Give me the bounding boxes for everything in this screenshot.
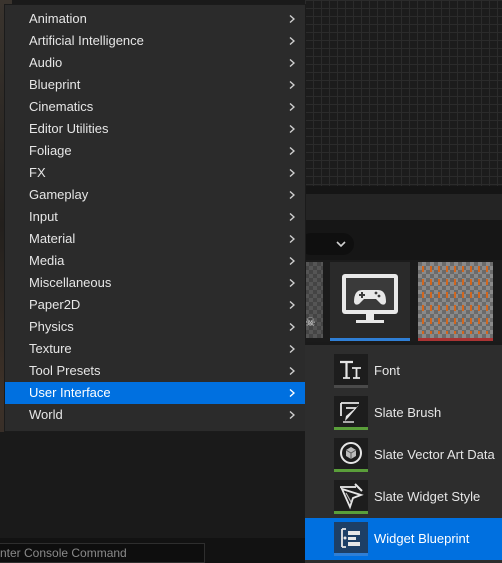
menu-item-label: Miscellaneous	[29, 275, 112, 290]
menu-item-artificial-intelligence[interactable]: Artificial Intelligence	[5, 30, 305, 52]
gamepad-monitor-icon	[342, 274, 398, 323]
menu-item-label: Texture	[29, 341, 72, 356]
content-browser-toolbar	[305, 194, 502, 220]
skull-icon: ☠	[305, 315, 316, 329]
menu-item-label: Editor Utilities	[29, 121, 109, 136]
chevron-right-icon	[289, 345, 295, 353]
chevron-right-icon	[289, 81, 295, 89]
slate-brush-icon	[334, 396, 368, 430]
menu-item-fx[interactable]: FX	[5, 162, 305, 184]
menu-item-label: Blueprint	[29, 77, 81, 92]
chevron-right-icon	[289, 59, 295, 67]
submenu-item-font[interactable]: Font	[305, 350, 502, 392]
submenu-item-widget-blueprint[interactable]: Widget Blueprint	[305, 518, 502, 560]
slate-vector-art-icon	[334, 438, 368, 472]
menu-item-label: FX	[29, 165, 46, 180]
menu-item-audio[interactable]: Audio	[5, 52, 305, 74]
menu-item-gameplay[interactable]: Gameplay	[5, 184, 305, 206]
menu-item-media[interactable]: Media	[5, 250, 305, 272]
chevron-right-icon	[289, 301, 295, 309]
menu-item-label: Gameplay	[29, 187, 89, 202]
menu-item-label: Physics	[29, 319, 74, 334]
chevron-right-icon	[289, 213, 295, 221]
asset-category-menu: Animation Artificial Intelligence Audio …	[4, 4, 306, 432]
chevron-right-icon	[289, 147, 295, 155]
menu-item-editor-utilities[interactable]: Editor Utilities	[5, 118, 305, 140]
asset-thumbnail-game[interactable]	[330, 262, 410, 341]
menu-item-label: Animation	[29, 11, 87, 26]
chevron-right-icon	[289, 15, 295, 23]
filter-dropdown[interactable]	[300, 233, 354, 255]
menu-item-foliage[interactable]: Foliage	[5, 140, 305, 162]
menu-item-world[interactable]: World	[5, 404, 305, 426]
submenu-item-label: Slate Brush	[374, 405, 442, 420]
menu-item-label: Foliage	[29, 143, 72, 158]
chevron-right-icon	[289, 389, 295, 397]
menu-item-label: Tool Presets	[29, 363, 101, 378]
chevron-right-icon	[289, 191, 295, 199]
widget-blueprint-icon	[334, 522, 368, 556]
menu-item-label: Media	[29, 253, 65, 268]
submenu-item-label: Slate Widget Style	[374, 489, 481, 504]
menu-item-user-interface[interactable]: User Interface	[5, 382, 305, 404]
menu-item-tool-presets[interactable]: Tool Presets	[5, 360, 305, 382]
menu-item-animation[interactable]: Animation	[5, 8, 305, 30]
chevron-right-icon	[289, 103, 295, 111]
submenu-item-label: Slate Vector Art Data	[374, 447, 495, 462]
chevron-right-icon	[289, 367, 295, 375]
menu-item-label: Paper2D	[29, 297, 81, 312]
menu-item-blueprint[interactable]: Blueprint	[5, 74, 305, 96]
menu-item-label: Material	[29, 231, 76, 246]
viewport-footer	[305, 186, 502, 194]
chevron-right-icon	[289, 411, 295, 419]
submenu-item-label: Font	[374, 363, 401, 378]
menu-item-label: Artificial Intelligence	[29, 33, 144, 48]
user-interface-submenu: Font Slate Brush Slate Vector Art Data S…	[305, 345, 502, 563]
submenu-item-slate-widget-style[interactable]: Slate Widget Style	[305, 476, 502, 518]
chevron-right-icon	[289, 235, 295, 243]
texture-preview-pattern	[422, 266, 489, 334]
chevron-right-icon	[289, 257, 295, 265]
chevron-right-icon	[289, 37, 295, 45]
menu-item-input[interactable]: Input	[5, 206, 305, 228]
menu-item-cinematics[interactable]: Cinematics	[5, 96, 305, 118]
menu-item-miscellaneous[interactable]: Miscellaneous	[5, 272, 305, 294]
menu-item-texture[interactable]: Texture	[5, 338, 305, 360]
menu-item-label: World	[29, 407, 63, 422]
chevron-down-icon	[336, 236, 346, 252]
slate-widget-style-icon	[334, 480, 368, 514]
submenu-item-label: Widget Blueprint	[374, 531, 470, 546]
chevron-right-icon	[289, 125, 295, 133]
chevron-right-icon	[289, 169, 295, 177]
menu-item-paper2d[interactable]: Paper2D	[5, 294, 305, 316]
menu-item-label: Input	[29, 209, 58, 224]
graph-viewport[interactable]	[305, 0, 502, 186]
chevron-right-icon	[289, 279, 295, 287]
chevron-right-icon	[289, 323, 295, 331]
console-command-placeholder: Enter Console Command	[0, 546, 127, 560]
menu-item-label: Audio	[29, 55, 63, 70]
submenu-item-slate-vector-art-data[interactable]: Slate Vector Art Data	[305, 434, 502, 476]
asset-thumbnail-texture[interactable]	[418, 262, 493, 341]
submenu-item-slate-brush[interactable]: Slate Brush	[305, 392, 502, 434]
menu-item-label: Cinematics	[29, 99, 94, 114]
menu-item-label: User Interface	[29, 385, 111, 400]
console-command-input[interactable]: Enter Console Command	[0, 543, 205, 563]
menu-item-material[interactable]: Material	[5, 228, 305, 250]
content-area	[0, 432, 305, 538]
font-tt-icon	[334, 354, 368, 388]
menu-item-physics[interactable]: Physics	[5, 316, 305, 338]
